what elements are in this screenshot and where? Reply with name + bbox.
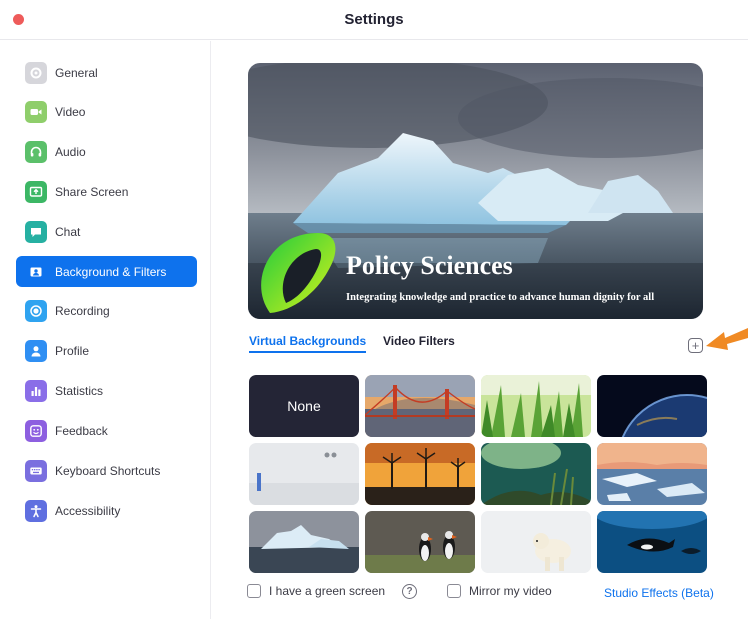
sidebar-item-background-filters[interactable]: Background & Filters [16,256,197,287]
green-screen-checkbox-box[interactable] [247,584,261,598]
none-label: None [287,398,321,414]
mirror-video-checkbox-box[interactable] [447,584,461,598]
sidebar-item-chat[interactable]: Chat [16,216,197,247]
tab-video-filters[interactable]: Video Filters [383,334,455,348]
sidebar-item-label: Chat [55,224,81,239]
sidebar-item-general[interactable]: General [16,57,197,88]
sidebar-item-label: Video [55,104,86,119]
video-camera-icon [25,100,47,123]
mirror-video-label: Mirror my video [469,584,552,598]
keyboard-icon [25,459,47,482]
sidebar-item-label: General [55,65,98,80]
sidebar-item-profile[interactable]: Profile [16,335,197,366]
sidebar-item-label: Background & Filters [55,264,167,279]
orange-arrow-annotation [706,328,748,350]
mirror-video-checkbox[interactable]: Mirror my video [447,584,552,598]
person-icon [25,339,47,362]
sidebar-item-label: Share Screen [55,184,129,199]
background-thumbnail-grass[interactable] [481,375,591,437]
active-tab-indicator [249,351,366,353]
headphones-icon [25,140,47,163]
smiley-icon [25,419,47,442]
sidebar-item-accessibility[interactable]: Accessibility [16,495,197,526]
sidebar-item-label: Recording [55,303,110,318]
brand-name: Policy Sciences [346,251,513,280]
background-thumbnail-earth-from-space[interactable] [597,375,707,437]
green-screen-label: I have a green screen [269,584,386,598]
background-thumbnail-wind-turbines[interactable] [365,443,475,505]
green-screen-checkbox[interactable]: I have a green screen [247,584,385,598]
sidebar-item-label: Profile [55,343,90,358]
background-thumbnail-polar-bear[interactable] [481,511,591,573]
background-thumbnail-underwater-sunlight[interactable] [481,443,591,505]
background-thumbnail-none[interactable]: None [249,375,359,437]
sidebar: General Video Audio Share Screen Chat Ba… [0,41,211,619]
record-icon [25,299,47,322]
sidebar-item-feedback[interactable]: Feedback [16,415,197,446]
sidebar-item-video[interactable]: Video [16,96,197,127]
background-thumbnail-orca[interactable] [597,511,707,573]
window-title: Settings [344,11,404,28]
person-portrait-icon [25,260,47,283]
gear-icon [25,61,47,84]
sidebar-item-label: Feedback [55,423,108,438]
sidebar-item-audio[interactable]: Audio [16,136,197,167]
sidebar-item-label: Statistics [55,383,104,398]
add-background-button[interactable]: + [688,338,703,353]
background-thumbnail-golden-gate-bridge[interactable] [365,375,475,437]
title-bar: Settings [0,0,748,40]
sidebar-item-recording[interactable]: Recording [16,295,197,326]
sidebar-item-label: Keyboard Shortcuts [55,463,161,478]
plus-icon: + [691,338,700,353]
background-thumbnail-ice-floes[interactable] [597,443,707,505]
sidebar-item-statistics[interactable]: Statistics [16,375,197,406]
sidebar-item-share-screen[interactable]: Share Screen [16,176,197,207]
studio-effects-link[interactable]: Studio Effects (Beta) [604,586,714,600]
help-icon[interactable]: ? [402,584,417,599]
background-thumbnail-iceberg[interactable] [249,511,359,573]
share-screen-icon [25,180,47,203]
background-thumbnail-meeting-room[interactable] [249,443,359,505]
brand-tagline: Integrating knowledge and practice to ad… [346,292,655,303]
sidebar-item-label: Accessibility [55,503,121,518]
bar-chart-icon [25,379,47,402]
background-thumbnail-puffins[interactable] [365,511,475,573]
accessibility-icon [25,499,47,522]
chat-bubble-icon [25,220,47,243]
tab-virtual-backgrounds[interactable]: Virtual Backgrounds [249,334,366,348]
sidebar-item-label: Audio [55,144,86,159]
sidebar-item-keyboard-shortcuts[interactable]: Keyboard Shortcuts [16,455,197,486]
